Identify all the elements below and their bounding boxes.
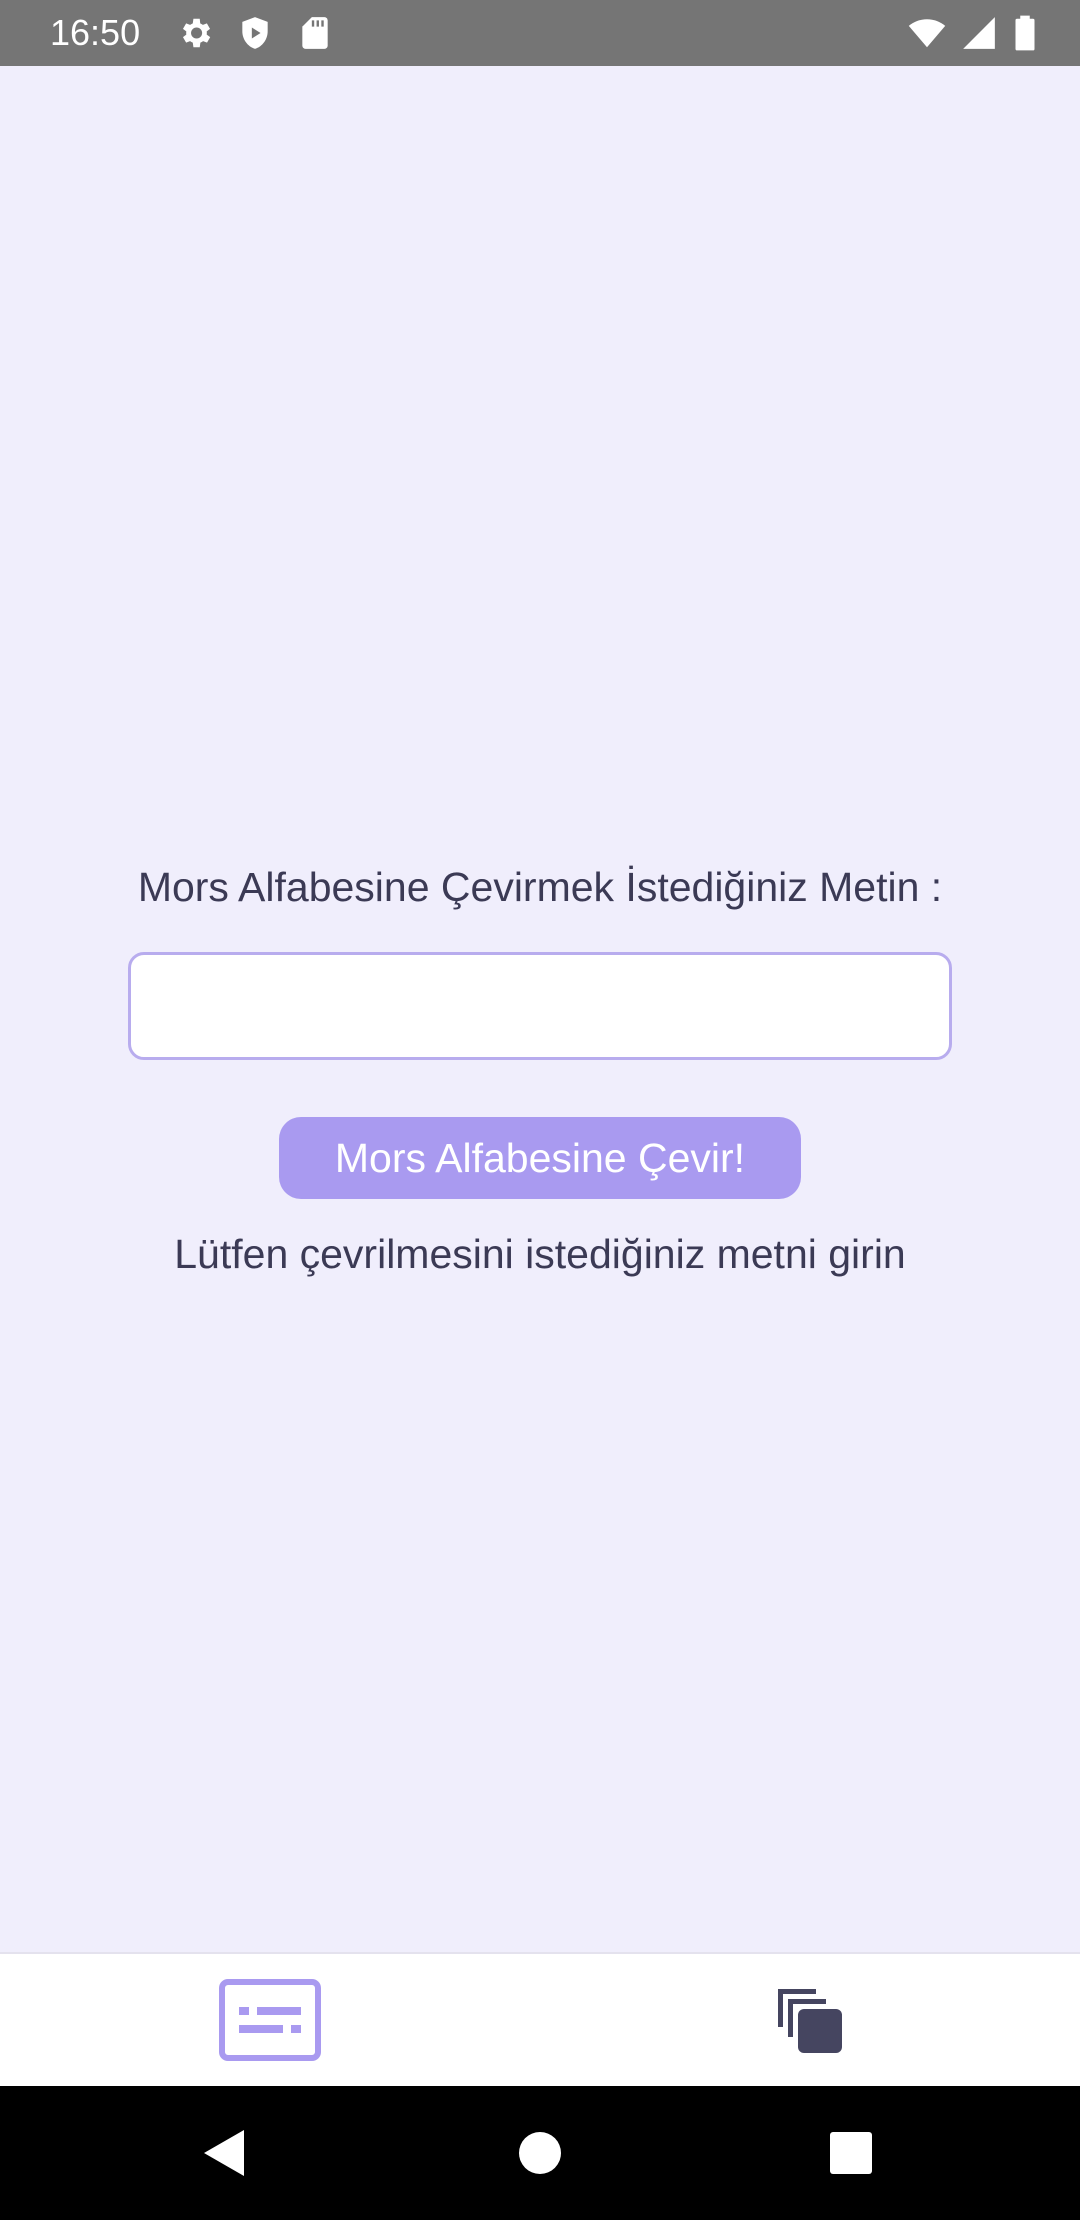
main-content: Mors Alfabesine Çevirmek İstediğiniz Met… — [0, 66, 1080, 1952]
wifi-icon — [908, 19, 946, 48]
battery-icon — [1015, 15, 1035, 51]
input-prompt-label: Mors Alfabesine Çevirmek İstediğiniz Met… — [137, 864, 943, 910]
nav-item-copy[interactable] — [540, 1954, 1080, 2086]
status-bar: 16:50 — [0, 0, 1080, 66]
shield-icon — [242, 17, 268, 49]
text-input[interactable] — [128, 952, 952, 1060]
nav-item-translate[interactable] — [0, 1954, 540, 2086]
status-time: 16:50 — [50, 12, 141, 53]
settings-icon — [182, 18, 211, 48]
convert-button[interactable]: Mors Alfabesine Çevir! — [279, 1117, 801, 1199]
sd-card-icon — [302, 17, 328, 49]
translate-text-icon — [219, 1979, 321, 2061]
back-icon[interactable] — [198, 2126, 252, 2180]
bottom-navigation — [0, 1952, 1080, 2086]
home-icon[interactable] — [513, 2126, 567, 2180]
result-text: Lütfen çevrilmesini istediğiniz metni gi… — [174, 1231, 906, 1277]
recents-icon[interactable] — [824, 2126, 878, 2180]
copy-icon — [778, 1989, 842, 2053]
system-navigation-bar — [0, 2086, 1080, 2220]
signal-icon — [963, 17, 995, 49]
